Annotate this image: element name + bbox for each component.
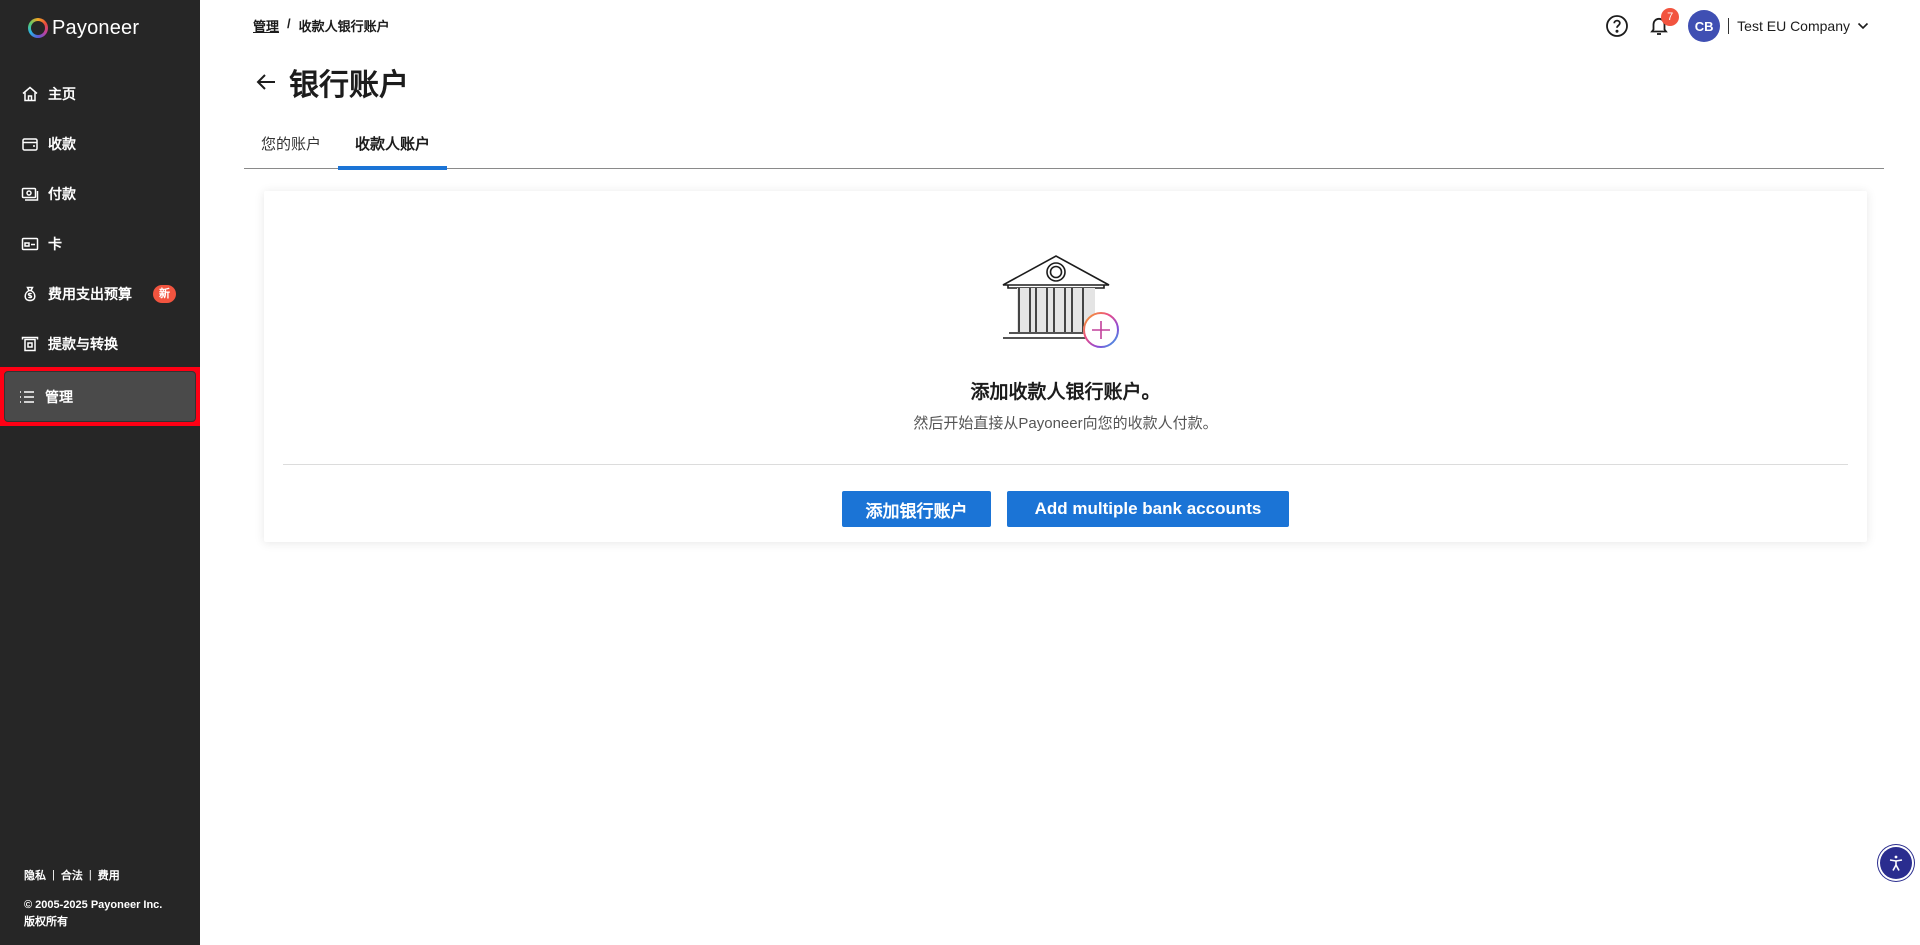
- header-actions: 7 CB Test EU Company: [1604, 8, 1870, 42]
- chevron-down-icon[interactable]: [1856, 19, 1870, 33]
- tab-payee-accounts[interactable]: 收款人账户: [338, 126, 448, 170]
- help-icon: [1606, 15, 1629, 37]
- sidebar: Payoneer 主页 收款 付款 卡 费用支出预算 新 提款与转换 管理 隐私…: [0, 0, 200, 945]
- bank-add-icon: [1002, 255, 1119, 348]
- card-divider: [283, 464, 1848, 465]
- withdraw-icon: [21, 336, 39, 352]
- breadcrumb-current: 收款人银行账户: [298, 19, 390, 34]
- sidebar-footer: 隐私 | 合法 | 费用 © 2005-2025 Payoneer Inc. 版…: [24, 867, 162, 931]
- sidebar-nav: 主页 收款 付款 卡 费用支出预算 新 提款与转换 管理: [0, 69, 200, 426]
- add-bank-account-button[interactable]: 添加银行账户: [842, 491, 991, 527]
- breadcrumb: 管理 / 收款人银行账户: [253, 16, 390, 35]
- sidebar-item-label: 主页: [48, 86, 76, 102]
- sidebar-item-card[interactable]: 卡: [0, 219, 200, 269]
- payment-icon: [21, 187, 39, 201]
- sidebar-item-withdraw-convert[interactable]: 提款与转换: [0, 319, 200, 369]
- sidebar-item-receive[interactable]: 收款: [0, 119, 200, 169]
- copyright: © 2005-2025 Payoneer Inc. 版权所有: [24, 897, 162, 931]
- home-icon: [22, 86, 38, 102]
- sidebar-item-label: 费用支出预算: [48, 286, 132, 302]
- wallet-icon: [22, 138, 38, 151]
- footer-separator: |: [88, 869, 92, 881]
- payoneer-logo[interactable]: Payoneer: [28, 15, 139, 41]
- card-actions: 添加银行账户 Add multiple bank accounts: [264, 491, 1867, 527]
- sidebar-item-expense-budget[interactable]: 费用支出预算 新: [0, 269, 200, 319]
- empty-state-card: 添加收款人银行账户。 然后开始直接从Payoneer向您的收款人付款。 添加银行…: [264, 191, 1867, 542]
- sidebar-item-manage-active[interactable]: 管理: [4, 371, 196, 422]
- help-button[interactable]: [1604, 13, 1630, 39]
- sidebar-item-label: 提款与转换: [48, 336, 118, 352]
- sidebar-item-label: 收款: [48, 136, 76, 152]
- empty-state-subtitle: 然后开始直接从Payoneer向您的收款人付款。: [913, 415, 1218, 432]
- card-icon: [21, 237, 39, 251]
- company-name[interactable]: Test EU Company: [1737, 18, 1850, 34]
- back-button[interactable]: [253, 69, 279, 95]
- privacy-link[interactable]: 隐私: [24, 867, 46, 883]
- brand-name: Payoneer: [52, 16, 140, 39]
- avatar[interactable]: CB: [1688, 10, 1721, 42]
- legal-link[interactable]: 合法: [61, 867, 83, 883]
- payoneer-logo-icon: [28, 18, 48, 38]
- page-header: 银行账户: [253, 60, 409, 104]
- empty-state-title: 添加收款人银行账户。: [970, 382, 1161, 403]
- arrow-left-icon: [256, 74, 275, 90]
- accessibility-button[interactable]: [1880, 847, 1912, 879]
- breadcrumb-separator: /: [287, 16, 291, 31]
- sidebar-item-label: 管理: [45, 388, 73, 405]
- header-divider: [1728, 18, 1730, 34]
- sidebar-item-pay[interactable]: 付款: [0, 169, 200, 219]
- new-badge: 新: [153, 285, 176, 303]
- fees-link[interactable]: 费用: [98, 867, 120, 883]
- notifications-button[interactable]: 7: [1646, 8, 1680, 39]
- copyright-line: 版权所有: [24, 916, 68, 928]
- sidebar-item-home[interactable]: 主页: [0, 69, 200, 119]
- breadcrumb-manage-link[interactable]: 管理: [253, 16, 279, 35]
- sidebar-item-manage[interactable]: 管理: [0, 367, 200, 426]
- list-icon: [20, 390, 34, 403]
- add-multiple-bank-accounts-button[interactable]: Add multiple bank accounts: [1007, 491, 1289, 527]
- money-bag-icon: [24, 286, 36, 302]
- accessibility-icon: [1889, 855, 1903, 871]
- footer-links: 隐私 | 合法 | 费用: [24, 867, 162, 883]
- tab-your-accounts[interactable]: 您的账户: [244, 126, 338, 169]
- sidebar-item-label: 卡: [48, 236, 62, 252]
- sidebar-item-label: 付款: [48, 186, 76, 202]
- page-title: 银行账户: [289, 69, 409, 102]
- notification-count-badge: 7: [1661, 8, 1680, 26]
- footer-separator: |: [52, 869, 55, 881]
- account-tabs: 您的账户 收款人账户: [244, 126, 1884, 170]
- copyright-line: © 2005-2025 Payoneer Inc.: [24, 899, 163, 911]
